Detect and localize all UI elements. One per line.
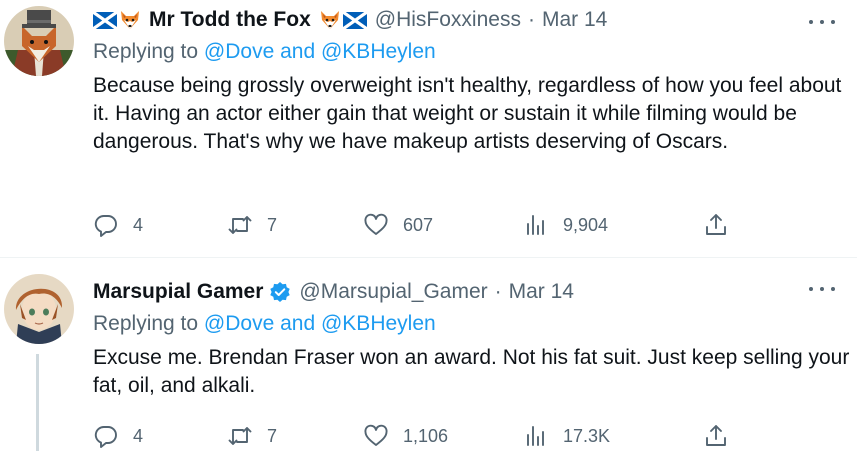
reply-count: 4: [133, 214, 144, 235]
verified-badge-icon: [270, 282, 291, 302]
like-button[interactable]: 607: [363, 210, 433, 240]
share-icon: [706, 425, 726, 446]
action-bar: 4 7 1,106 17.3K: [93, 421, 753, 451]
separator-dot: ·: [494, 280, 502, 303]
views-count: 9,904: [563, 214, 609, 235]
avatar-fox[interactable]: [4, 6, 74, 76]
tweet-text: Because being grossly overweight isn't h…: [93, 74, 842, 153]
reply-icon: [94, 215, 117, 237]
views-count: 17.3K: [563, 425, 611, 446]
display-name[interactable]: Marsupial Gamer: [93, 280, 263, 304]
fox-emoji-icon: [319, 9, 341, 31]
reply-icon: [94, 426, 117, 448]
retweet-icon: [228, 427, 252, 445]
reply-mention-and[interactable]: and: [280, 40, 315, 63]
user-handle[interactable]: @HisFoxxiness: [375, 8, 521, 32]
tweet-text: Excuse me. Brendan Fraser won an award. …: [93, 346, 850, 397]
action-bar: 4 7 607 9,904: [93, 210, 753, 240]
reply-mention-link[interactable]: @KBHeylen: [321, 40, 436, 63]
replying-prefix: Replying to: [93, 312, 199, 335]
thread-line: [36, 354, 39, 451]
reply-mention-and[interactable]: and: [280, 312, 315, 335]
more-options-icon[interactable]: [809, 279, 835, 299]
retweet-icon: [228, 216, 252, 234]
reply-mention-link[interactable]: @Dove: [204, 40, 274, 63]
user-handle[interactable]: @Marsupial_Gamer: [299, 280, 487, 304]
tweet-2[interactable]: Marsupial Gamer @Marsupial_Gamer · Mar 1…: [0, 258, 857, 451]
display-name[interactable]: Mr Todd the Fox: [149, 8, 311, 32]
like-button[interactable]: 1,106: [363, 421, 448, 451]
replying-to: Replying to @Dove and @KBHeylen: [93, 312, 436, 336]
like-icon: [364, 213, 388, 235]
reply-button[interactable]: 4: [93, 421, 143, 451]
share-button[interactable]: [703, 421, 729, 451]
like-count: 607: [403, 214, 434, 235]
scotland-flag-icon: [343, 12, 367, 29]
reply-mention-link[interactable]: @Dove: [204, 312, 274, 335]
like-icon: [364, 424, 388, 446]
fox-emoji-icon: [119, 9, 141, 31]
tweet-date[interactable]: Mar 14: [509, 280, 574, 304]
replying-to: Replying to @Dove and @KBHeylen: [93, 40, 436, 64]
reply-count: 4: [133, 425, 144, 446]
replying-prefix: Replying to: [93, 40, 199, 63]
like-count: 1,106: [403, 425, 449, 446]
reply-mention-link[interactable]: @KBHeylen: [321, 312, 436, 335]
views-icon: [527, 426, 544, 446]
views-icon: [527, 215, 544, 235]
share-button[interactable]: [703, 210, 729, 240]
scotland-flag-icon: [93, 12, 117, 29]
share-icon: [706, 214, 726, 235]
tweet-1[interactable]: Mr Todd the Fox @HisFoxxiness · Mar 14 R…: [0, 0, 857, 258]
views-button[interactable]: 9,904: [523, 210, 608, 240]
retweet-button[interactable]: 7: [227, 421, 277, 451]
avatar-marsupial[interactable]: [4, 274, 74, 344]
views-button[interactable]: 17.3K: [523, 421, 610, 451]
tweet-header: Marsupial Gamer @Marsupial_Gamer · Mar 1…: [93, 277, 574, 307]
more-options-icon[interactable]: [809, 12, 835, 32]
tweet-date[interactable]: Mar 14: [542, 8, 607, 32]
tweet-header: Mr Todd the Fox @HisFoxxiness · Mar 14: [93, 5, 607, 35]
retweet-count: 7: [267, 425, 278, 446]
retweet-button[interactable]: 7: [227, 210, 277, 240]
reply-button[interactable]: 4: [93, 210, 143, 240]
retweet-count: 7: [267, 214, 278, 235]
separator-dot: ·: [527, 8, 535, 31]
